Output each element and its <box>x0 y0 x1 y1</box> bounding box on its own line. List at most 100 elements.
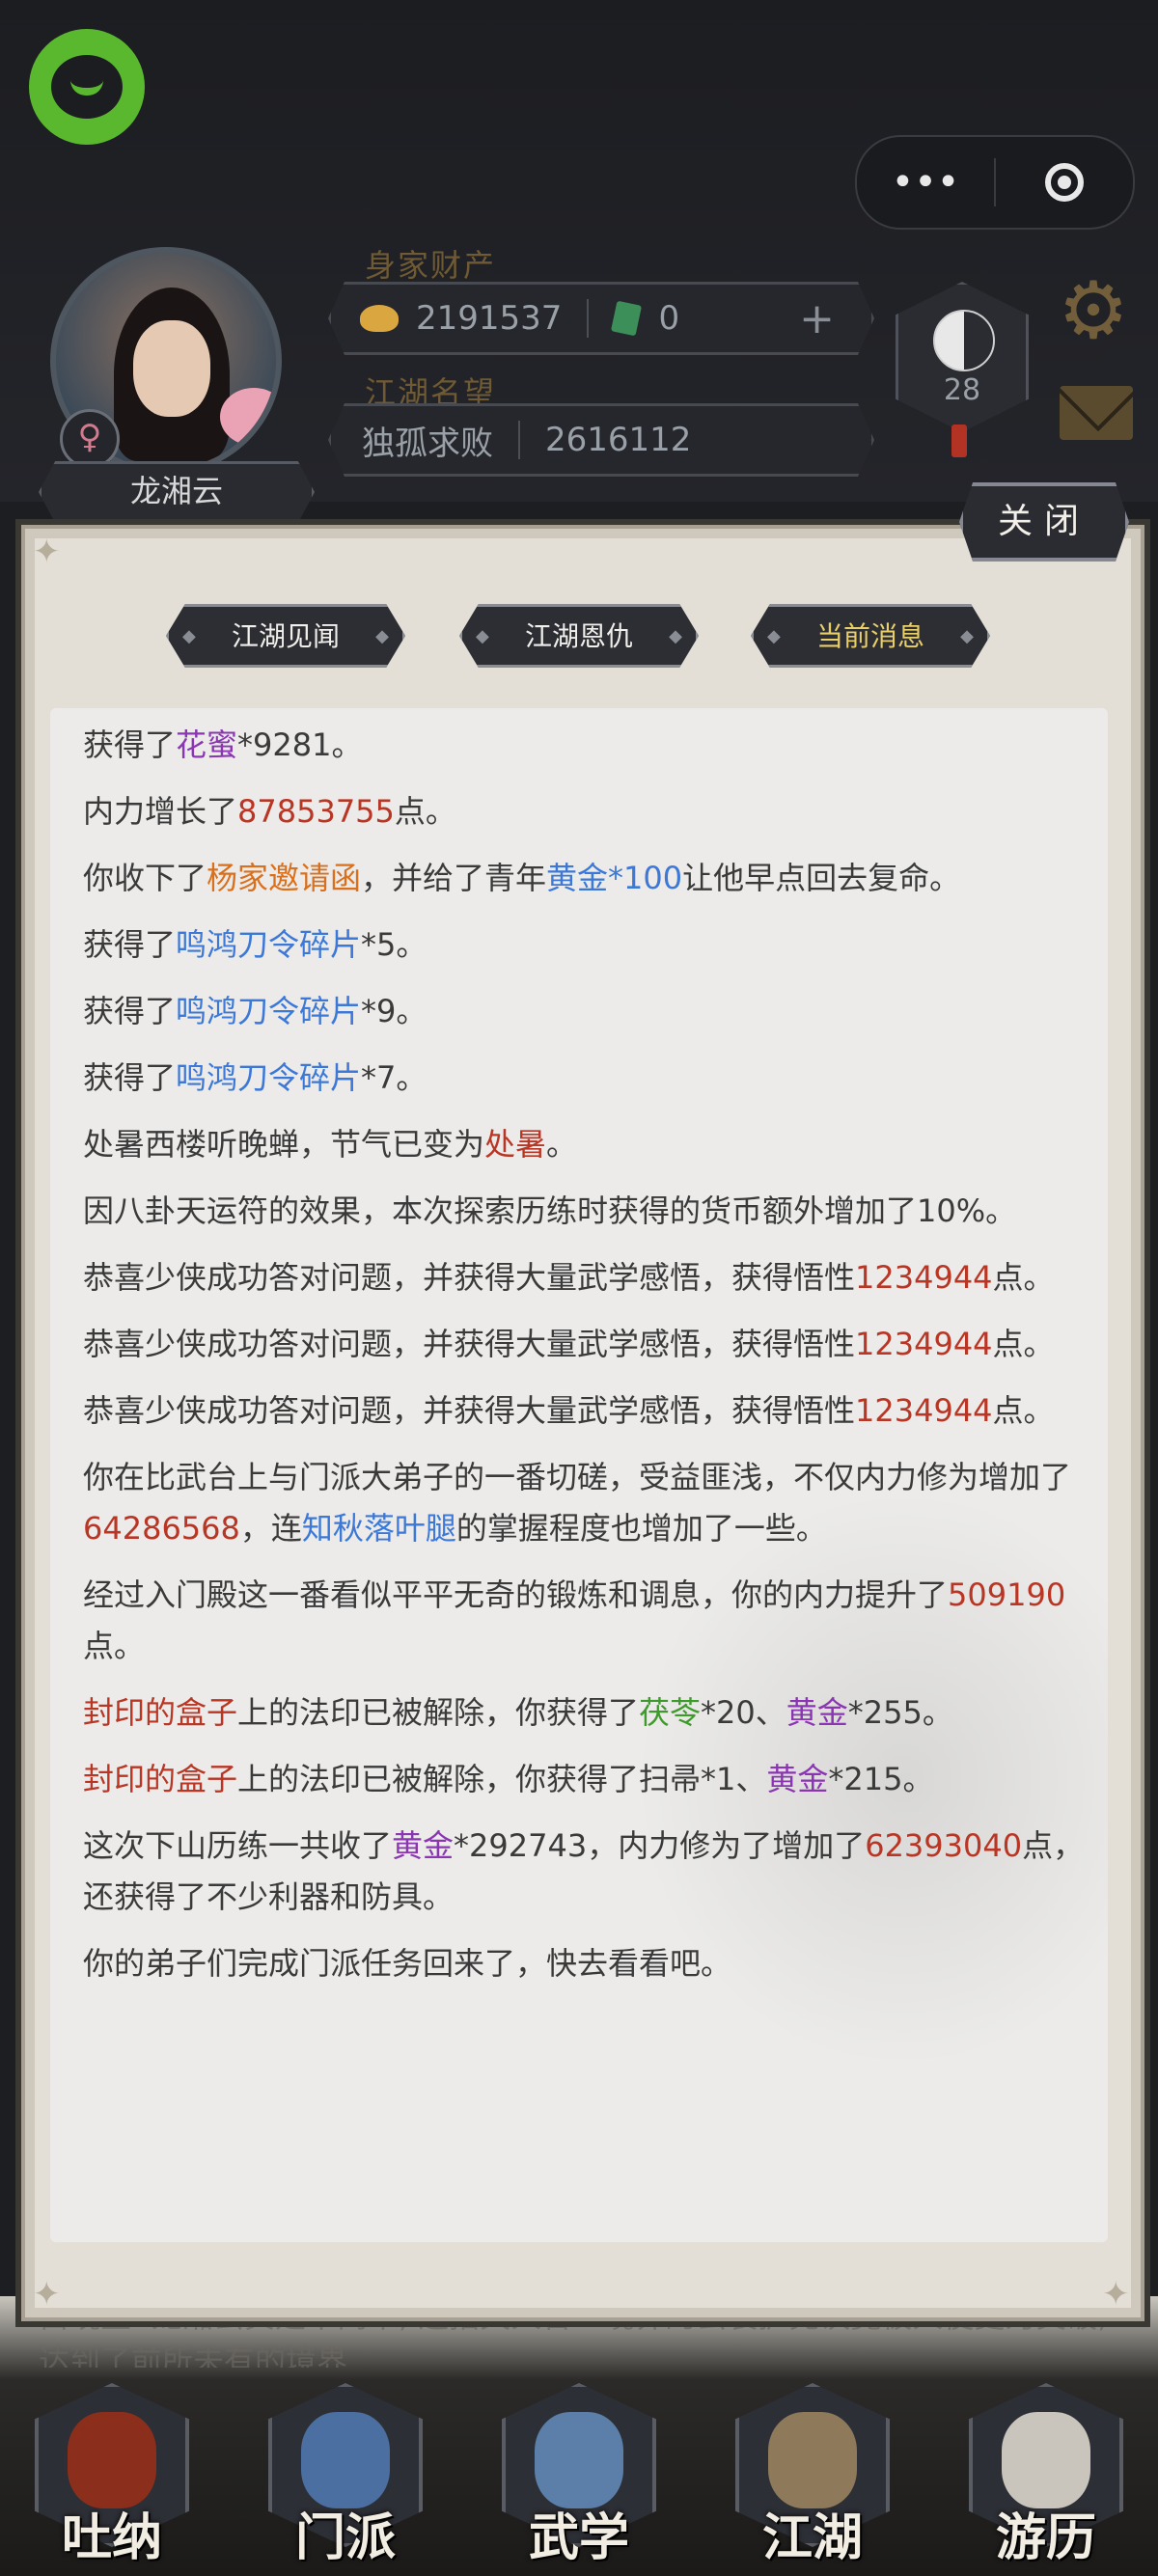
jianghu-icon <box>768 2412 857 2508</box>
message-highlight: 1234944 <box>855 1392 993 1429</box>
message-text: 这次下山历练一共收了 <box>83 1827 393 1864</box>
silver-amount: 2191537 <box>416 299 563 338</box>
message-text: 获得了 <box>83 1059 177 1096</box>
travel-icon <box>1002 2412 1090 2508</box>
nav-martial-arts[interactable]: 武学 <box>502 2383 656 2567</box>
message-text: ，并给了青年 <box>361 860 547 896</box>
message-text: 。 <box>546 1126 578 1163</box>
wealth-bar: 2191537 0 + <box>328 282 874 355</box>
sect-icon <box>301 2412 390 2508</box>
message-highlight: 处暑 <box>484 1126 547 1163</box>
target-icon <box>1045 163 1084 202</box>
message-text: *5。 <box>361 926 427 963</box>
mail-icon[interactable] <box>1060 386 1133 440</box>
message-text: 获得了 <box>83 726 177 763</box>
tassel-decoration <box>951 425 967 457</box>
nav-travel[interactable]: 游历 <box>969 2383 1123 2567</box>
gender-icon: ♀ <box>60 409 120 469</box>
message-highlight: 64286568 <box>83 1510 240 1547</box>
message-highlight: 黄金 <box>766 1761 829 1797</box>
message-item: 因八卦天运符的效果，本次探索历练时获得的货币额外增加了10%。 <box>83 1186 1087 1237</box>
message-item: 获得了鸣鸿刀令碎片*5。 <box>83 919 1087 971</box>
message-list: 获得了花蜜*9281。 内力增长了87853755点。 你收下了杨家邀请函，并给了青… <box>83 720 1087 2005</box>
message-text: *292743，内力修为了增加了 <box>454 1827 866 1864</box>
level-number: 28 <box>943 373 981 407</box>
settings-gear-icon[interactable]: ⚙ <box>1054 272 1133 351</box>
message-highlight: 花蜜 <box>176 726 238 763</box>
jade-amount: 0 <box>658 299 680 338</box>
message-highlight: 茯苓 <box>639 1694 702 1731</box>
nav-meditate[interactable]: 吐纳 <box>35 2383 189 2567</box>
meditate-icon <box>68 2412 156 2508</box>
fame-title: 独孤求败 <box>362 424 493 463</box>
nav-jianghu-label: 江湖 <box>761 2508 863 2567</box>
message-text: *215。 <box>828 1761 934 1797</box>
tab-jianghu-feuds[interactable]: 江湖恩仇 <box>459 604 699 668</box>
message-item: 你的弟子们完成门派任务回来了，快去看看吧。 <box>83 1938 1087 1989</box>
message-item: 你在比武台上与门派大弟子的一番切磋，受益匪浅，不仅内力修为增加了 64286568… <box>83 1452 1087 1554</box>
nav-meditate-label: 吐纳 <box>61 2508 162 2567</box>
message-text: 上的法印已被解除，你获得了扫帚*1、 <box>237 1761 767 1797</box>
message-text: *255。 <box>847 1694 953 1731</box>
message-text: 内力增长了 <box>83 793 238 830</box>
message-text: 你在比武台上与门派大弟子的一番切磋，受益匪浅，不仅内力修为增加了 <box>83 1459 1072 1495</box>
message-text: 你收下了 <box>83 860 207 896</box>
message-text: 恭喜少侠成功答对问题，并获得大量武学感悟，获得悟性 <box>83 1392 856 1429</box>
exit-mini-program-button[interactable] <box>996 137 1133 228</box>
add-currency-button[interactable]: + <box>799 294 835 343</box>
silver-ingot-icon <box>360 305 399 332</box>
message-highlight: 鸣鸿刀令碎片 <box>176 1059 362 1096</box>
fame-bar: 独孤求败 2616112 <box>328 403 874 477</box>
message-highlight: 封印的盒子 <box>83 1694 238 1731</box>
fame-value: 2616112 <box>545 421 692 459</box>
message-text: 让他早点回去复命。 <box>682 860 961 896</box>
message-item: 这次下山历练一共收了黄金*292743，内力修为了增加了62393040点，还获… <box>83 1821 1087 1923</box>
message-text: 处暑西楼听晚蝉，节气已变为 <box>83 1126 485 1163</box>
message-text: 点。 <box>992 1326 1055 1362</box>
message-item: 恭喜少侠成功答对问题，并获得大量武学感悟，获得悟性1234944点。 <box>83 1385 1087 1437</box>
message-highlight: 1234944 <box>855 1259 993 1296</box>
message-text: 点。 <box>83 1628 146 1664</box>
mini-program-capsule: ••• <box>855 135 1135 230</box>
message-item: 你收下了杨家邀请函，并给了青年黄金*100让他早点回去复命。 <box>83 853 1087 904</box>
message-item: 获得了鸣鸿刀令碎片*9。 <box>83 986 1087 1037</box>
nav-travel-label: 游历 <box>995 2508 1096 2567</box>
message-text: 点。 <box>992 1259 1055 1296</box>
tab-jianghu-news[interactable]: 江湖见闻 <box>166 604 405 668</box>
tab-current-messages[interactable]: 当前消息 <box>751 604 990 668</box>
message-text: 经过入门殿这一番看似平平无奇的锻炼和调息，你的内力提升了 <box>83 1576 949 1613</box>
message-highlight: 知秋落叶腿 <box>301 1510 456 1547</box>
message-item: 内力增长了87853755点。 <box>83 786 1087 837</box>
message-text: 点。 <box>992 1392 1055 1429</box>
wealth-label: 身家财产 <box>365 247 497 284</box>
message-highlight: 87853755 <box>237 793 395 830</box>
message-highlight: 62393040 <box>865 1827 1023 1864</box>
message-text: *20、 <box>701 1694 786 1731</box>
message-item: 封印的盒子上的法印已被解除，你获得了扫帚*1、黄金*215。 <box>83 1754 1087 1805</box>
close-button[interactable]: 关闭 <box>959 482 1129 562</box>
message-text: 获得了 <box>83 993 177 1029</box>
martial-arts-icon <box>535 2412 623 2508</box>
message-highlight: 1234944 <box>855 1326 993 1362</box>
nav-sect-label: 门派 <box>294 2508 396 2567</box>
nav-martial-arts-label: 武学 <box>528 2508 629 2567</box>
nav-jianghu[interactable]: 江湖 <box>735 2383 890 2567</box>
message-text: *7。 <box>361 1059 427 1096</box>
message-item: 经过入门殿这一番看似平平无奇的锻炼和调息，你的内力提升了509190 点。 <box>83 1570 1087 1672</box>
message-text: 你的弟子们完成门派任务回来了，快去看看吧。 <box>83 1945 732 1982</box>
message-text: *9281。 <box>237 726 363 763</box>
corner-ornament: ✦ <box>1102 2275 1130 2314</box>
message-highlight: 黄金*100 <box>546 860 683 896</box>
corner-ornament: ✦ <box>33 533 61 571</box>
yinyang-icon <box>933 310 995 371</box>
message-list-panel[interactable]: 获得了花蜜*9281。 内力增长了87853755点。 你收下了杨家邀请函，并给了青… <box>50 708 1108 2242</box>
message-highlight: 黄金 <box>392 1827 455 1864</box>
message-text: 上的法印已被解除，你获得了 <box>237 1694 640 1731</box>
message-text: 点。 <box>394 793 456 830</box>
message-text: 获得了 <box>83 926 177 963</box>
nav-sect[interactable]: 门派 <box>268 2383 423 2567</box>
message-text: ，连 <box>239 1510 302 1547</box>
message-highlight: 鸣鸿刀令碎片 <box>176 993 362 1029</box>
more-menu-button[interactable]: ••• <box>857 137 994 228</box>
app-logo-icon[interactable] <box>29 29 145 145</box>
